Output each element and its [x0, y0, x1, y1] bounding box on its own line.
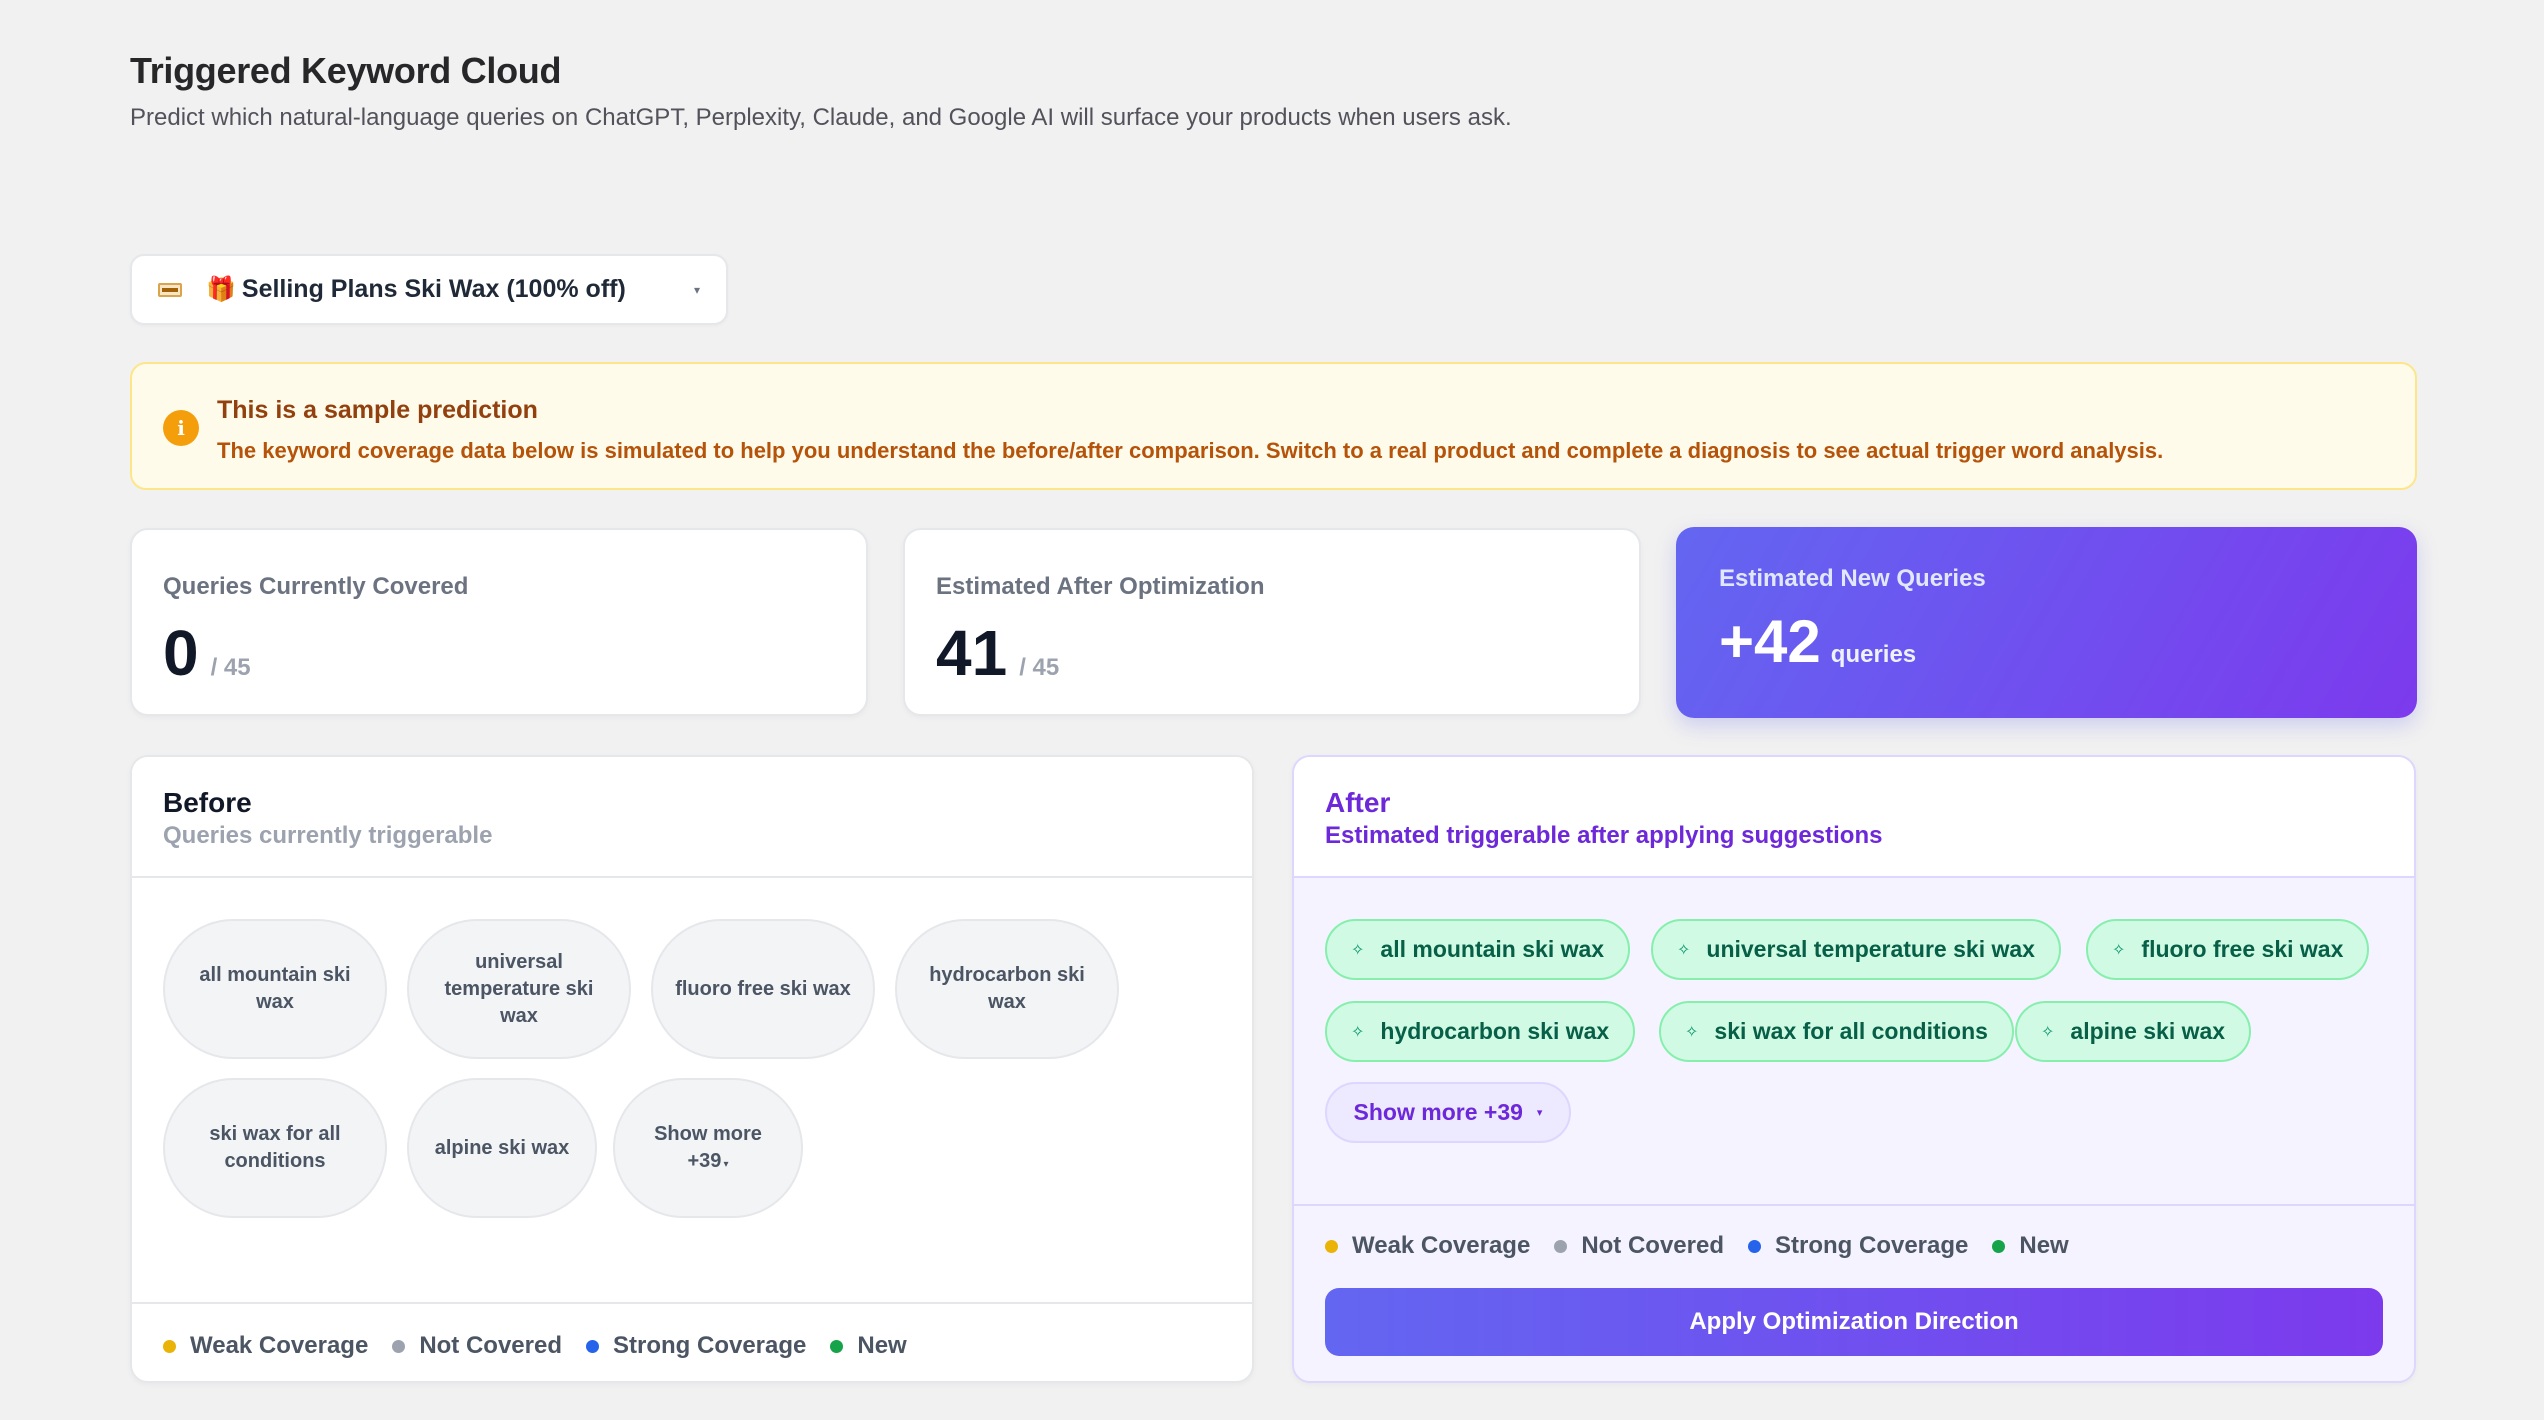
legend-dot-not-covered [392, 1339, 406, 1353]
coverage-legend: Weak Coverage Not Covered Strong Coverag… [1325, 1232, 2093, 1260]
legend-new: New [830, 1332, 907, 1360]
stat-card-new: Estimated New Queries +42 queries [1676, 527, 2417, 718]
chevron-down-icon: ▾ [723, 1159, 729, 1170]
keyword-bubble: universal temperature ski wax [407, 919, 631, 1059]
notice-body: The keyword coverage data below is simul… [217, 438, 2164, 463]
keyword-bubble: all mountain ski wax [163, 919, 387, 1059]
stat-total: / 45 [210, 654, 251, 681]
legend-dot-strong [586, 1339, 599, 1353]
stat-total: / 45 [1019, 654, 1060, 681]
panel-title: After [1325, 787, 1391, 818]
stat-number: 0 [163, 617, 199, 689]
sample-notice: i This is a sample prediction The keywor… [130, 362, 2417, 490]
stat-number: +42 [1719, 608, 1821, 675]
after-panel: After Estimated triggerable after applyi… [1292, 755, 2416, 1383]
legend-label: Strong Coverage [1775, 1232, 1969, 1259]
keyword-bubble: alpine ski wax [407, 1078, 597, 1218]
panel-subtitle: Queries currently triggerable [163, 822, 493, 849]
sparkle-icon: ✧ [1351, 1023, 1365, 1041]
stat-value: 0 / 45 [163, 616, 251, 690]
legend-label: New [2019, 1232, 2069, 1259]
product-selector-label: Selling Plans Ski Wax (100% off) [241, 275, 626, 303]
chip-label: all mountain ski wax [1380, 936, 1605, 962]
keyword-bubble: fluoro free ski wax [651, 919, 875, 1059]
stat-card-after: Estimated After Optimization 41 / 45 [903, 528, 1641, 716]
legend-dot-weak [163, 1339, 176, 1353]
chevron-down-icon: ▾ [1536, 1107, 1543, 1119]
keyword-chip: ✧ all mountain ski wax [1325, 919, 1631, 980]
legend-bar: Weak Coverage Not Covered Strong Coverag… [1294, 1204, 2414, 1381]
product-thumbnail [158, 282, 182, 297]
keyword-chip: ✧ hydrocarbon ski wax [1325, 1001, 1636, 1062]
legend-strong: Strong Coverage [1748, 1232, 1968, 1260]
legend-label: Not Covered [1581, 1232, 1724, 1259]
legend-label: Weak Coverage [190, 1332, 369, 1359]
stat-label: Estimated After Optimization [936, 573, 1265, 600]
gift-icon: 🎁 [206, 275, 236, 303]
legend-strong: Strong Coverage [586, 1332, 806, 1360]
keyword-chip: ✧ ski wax for all conditions [1659, 1001, 2014, 1062]
stat-number: 41 [936, 617, 1008, 689]
keyword-chip: ✧ fluoro free ski wax [2086, 919, 2370, 980]
keyword-bubble: ski wax for all conditions [163, 1078, 387, 1218]
apply-optimization-button[interactable]: Apply Optimization Direction [1325, 1288, 2383, 1356]
before-panel: Before Queries currently triggerable all… [130, 755, 1254, 1383]
sparkle-icon: ✧ [1351, 941, 1365, 959]
notice-title: This is a sample prediction [217, 396, 538, 424]
sparkle-icon: ✧ [1677, 941, 1691, 959]
page-title: Triggered Keyword Cloud [130, 50, 562, 91]
stat-card-covered: Queries Currently Covered 0 / 45 [130, 528, 868, 716]
panel-header: Before Queries currently triggerable [132, 757, 1252, 878]
stat-label: Estimated New Queries [1719, 565, 1986, 592]
legend-weak: Weak Coverage [1325, 1232, 1530, 1260]
legend-label: Not Covered [419, 1332, 562, 1359]
legend-label: Strong Coverage [613, 1332, 807, 1359]
legend-dot-new [830, 1339, 844, 1353]
legend-dot-new [1992, 1239, 2006, 1253]
product-selector[interactable]: 🎁 Selling Plans Ski Wax (100% off) ▾ [130, 254, 728, 325]
info-icon: i [163, 410, 199, 446]
panel-header: After Estimated triggerable after applyi… [1294, 757, 2414, 878]
sparkle-icon: ✧ [2112, 941, 2126, 959]
legend-label: Weak Coverage [1352, 1232, 1531, 1259]
legend-not-covered: Not Covered [392, 1332, 562, 1360]
sparkle-icon: ✧ [1685, 1023, 1699, 1041]
stat-value: +42 queries [1719, 607, 1916, 676]
chevron-down-icon: ▾ [693, 282, 700, 297]
legend-new: New [1992, 1232, 2069, 1260]
chip-label: ski wax for all conditions [1714, 1018, 1988, 1044]
chip-label: hydrocarbon ski wax [1380, 1018, 1610, 1044]
sparkle-icon: ✧ [2041, 1023, 2055, 1041]
stat-label: Queries Currently Covered [163, 573, 469, 600]
chip-label: universal temperature ski wax [1706, 936, 2035, 962]
chip-label: alpine ski wax [2070, 1018, 2226, 1044]
legend-dot-weak [1325, 1239, 1338, 1253]
chip-label: fluoro free ski wax [2141, 936, 2344, 962]
legend-not-covered: Not Covered [1554, 1232, 1724, 1260]
panel-subtitle: Estimated triggerable after applying sug… [1325, 822, 1883, 849]
legend-dot-not-covered [1554, 1239, 1568, 1253]
keyword-chip: ✧ alpine ski wax [2015, 1001, 2252, 1062]
page-subtitle: Predict which natural-language queries o… [130, 104, 1512, 131]
show-more-text: Show more [654, 1123, 762, 1145]
keyword-bubble: hydrocarbon ski wax [895, 919, 1119, 1059]
keyword-chip: ✧ universal temperature ski wax [1651, 919, 2061, 980]
legend-weak: Weak Coverage [163, 1332, 368, 1360]
legend-dot-strong [1748, 1239, 1761, 1253]
show-more-bubble[interactable]: Show more +39 ▾ [613, 1078, 803, 1218]
stat-value: 41 / 45 [936, 616, 1059, 690]
show-more-count: +39 [687, 1150, 722, 1172]
show-more-button[interactable]: Show more +39 ▾ [1325, 1082, 1571, 1143]
panel-title: Before [163, 787, 252, 818]
show-more-label: Show more +39 ▾ [654, 1121, 762, 1175]
coverage-legend: Weak Coverage Not Covered Strong Coverag… [163, 1332, 931, 1360]
stat-unit: queries [1830, 641, 1917, 668]
legend-label: New [857, 1332, 907, 1359]
legend-bar: Weak Coverage Not Covered Strong Coverag… [132, 1302, 1252, 1381]
show-more-label: Show more +39 [1353, 1099, 1523, 1125]
